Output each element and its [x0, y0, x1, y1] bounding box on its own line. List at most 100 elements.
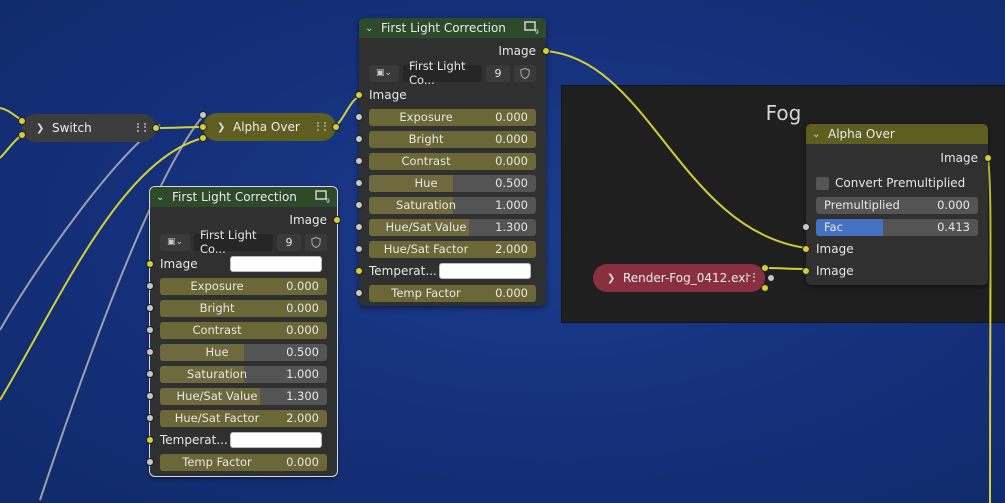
user-count[interactable]: 9	[277, 233, 301, 251]
first-light-correction-node-top[interactable]: ⌄ First Light Correction 9 Image ▣⌄ Firs…	[355, 18, 550, 306]
param-field[interactable]: Exposure 0.000	[369, 108, 536, 126]
output-socket[interactable]	[761, 284, 769, 292]
input-socket[interactable]	[146, 392, 154, 400]
param-row: Saturation 1.000	[146, 363, 337, 385]
temperature-color-swatch[interactable]	[439, 263, 531, 279]
input-socket[interactable]	[18, 131, 26, 139]
input-socket[interactable]	[355, 267, 363, 275]
input-socket[interactable]	[146, 260, 154, 268]
param-field[interactable]: Hue/Sat Value 1.300	[369, 218, 536, 236]
output-socket[interactable]	[761, 264, 769, 272]
output-socket[interactable]	[332, 123, 340, 131]
input-socket[interactable]	[146, 326, 154, 334]
temp-factor-field[interactable]: Temp Factor 0.000	[369, 284, 536, 302]
chevron-right-icon[interactable]: ❯	[607, 273, 617, 284]
grip-icon[interactable]	[746, 273, 755, 282]
param-field[interactable]: Hue 0.500	[369, 174, 536, 192]
input-socket[interactable]	[146, 458, 154, 466]
fake-user-shield-icon[interactable]	[514, 64, 536, 82]
input-socket[interactable]	[355, 91, 363, 99]
input-socket[interactable]	[146, 282, 154, 290]
alpha-over-node-fog[interactable]: ⌄ Alpha Over Image Convert Premultiplied…	[802, 124, 992, 285]
param-field[interactable]: Bright 0.000	[369, 130, 536, 148]
chevron-right-icon[interactable]: ❯	[36, 123, 46, 134]
output-socket[interactable]	[333, 216, 341, 224]
param-field[interactable]: Hue/Sat Factor 2.000	[160, 409, 327, 427]
param-field[interactable]: Saturation 1.000	[369, 196, 536, 214]
input-socket[interactable]	[146, 414, 154, 422]
image-name-field[interactable]: First Light Co...	[194, 228, 273, 256]
input-socket[interactable]	[199, 134, 207, 142]
input-socket[interactable]	[355, 223, 363, 231]
fac-slider[interactable]: Fac 0.413	[816, 218, 978, 236]
node-header[interactable]: ⌄ Alpha Over	[806, 124, 988, 144]
image-browse-button[interactable]: ▣⌄	[160, 233, 190, 251]
input-socket[interactable]	[355, 135, 363, 143]
param-field[interactable]: Hue 0.500	[160, 343, 327, 361]
image-browse-button[interactable]: ▣⌄	[369, 64, 399, 82]
input-socket[interactable]	[802, 245, 810, 253]
input-socket[interactable]	[199, 111, 207, 119]
param-field[interactable]: Saturation 1.000	[160, 365, 327, 383]
image-color-swatch[interactable]	[230, 256, 322, 272]
switch-node[interactable]: ❯ Switch	[18, 114, 160, 142]
output-socket[interactable]	[767, 274, 775, 282]
node-title: First Light Correction	[381, 21, 506, 35]
premultiplied-row: Premultiplied 0.000	[806, 194, 988, 216]
first-light-correction-node-bottom[interactable]: ⌄ First Light Correction 9 Image ▣⌄ Firs…	[146, 186, 341, 477]
input-socket[interactable]	[355, 245, 363, 253]
image-name-field[interactable]: First Light Co...	[403, 59, 482, 87]
param-field[interactable]: Contrast 0.000	[160, 321, 327, 339]
input-socket[interactable]	[18, 117, 26, 125]
input-socket[interactable]	[146, 348, 154, 356]
param-row: Exposure 0.000	[355, 106, 546, 128]
param-field[interactable]: Hue/Sat Value 1.300	[160, 387, 327, 405]
input-socket[interactable]	[355, 289, 363, 297]
chevron-down-icon[interactable]: ⌄	[365, 23, 375, 34]
fake-user-shield-icon[interactable]	[305, 233, 327, 251]
temperature-row: Temperat...	[355, 260, 546, 282]
output-socket[interactable]	[542, 47, 550, 55]
input-socket[interactable]	[802, 223, 810, 231]
input-socket[interactable]	[146, 304, 154, 312]
grip-icon[interactable]	[317, 122, 326, 131]
convert-premultiplied-label: Convert Premultiplied	[835, 176, 966, 190]
input-socket[interactable]	[146, 436, 154, 444]
alpha-over-node-collapsed[interactable]: ❯ Alpha Over	[199, 111, 340, 142]
premultiplied-field[interactable]: Premultiplied 0.000	[816, 196, 978, 214]
param-field[interactable]: Hue/Sat Factor 2.000	[369, 240, 536, 258]
input-image-row: Image	[146, 253, 337, 275]
temperature-label: Temperat...	[369, 264, 437, 278]
input-label: Image	[816, 264, 854, 278]
chevron-down-icon[interactable]: ⌄	[812, 129, 822, 140]
image-selector-row: ▣⌄ First Light Co... 9	[150, 228, 337, 256]
param-field[interactable]: Exposure 0.000	[160, 277, 327, 295]
input-socket[interactable]	[355, 113, 363, 121]
param-field[interactable]: Bright 0.000	[160, 299, 327, 317]
input-socket[interactable]	[355, 157, 363, 165]
user-count[interactable]: 9	[486, 64, 510, 82]
temp-factor-row: Temp Factor 0.000	[355, 282, 546, 304]
input-socket[interactable]	[146, 370, 154, 378]
chevron-down-icon[interactable]: ⌄	[156, 192, 166, 203]
output-label: Image	[289, 213, 327, 227]
temperature-color-swatch[interactable]	[230, 432, 322, 448]
input-socket[interactable]	[199, 123, 207, 131]
output-socket[interactable]	[152, 124, 160, 132]
node-title: Alpha Over	[233, 120, 300, 134]
temp-factor-field[interactable]: Temp Factor 0.000	[160, 453, 327, 471]
node-header[interactable]: ⌄ First Light Correction 9	[150, 187, 337, 207]
param-row: Saturation 1.000	[355, 194, 546, 216]
input-socket[interactable]	[355, 201, 363, 209]
param-field[interactable]: Contrast 0.000	[369, 152, 536, 170]
output-socket[interactable]	[984, 154, 992, 162]
chevron-right-icon[interactable]: ❯	[217, 122, 227, 133]
input-socket[interactable]	[802, 267, 810, 275]
grip-icon[interactable]	[137, 123, 146, 132]
convert-premultiplied-checkbox[interactable]	[816, 176, 829, 190]
render-fog-node[interactable]: ❯ Render-Fog_0412.exr	[593, 264, 775, 292]
node-header[interactable]: ⌄ First Light Correction 9	[359, 18, 546, 38]
param-row: Contrast 0.000	[355, 150, 546, 172]
input-socket[interactable]	[355, 179, 363, 187]
param-row: Exposure 0.000	[146, 275, 337, 297]
